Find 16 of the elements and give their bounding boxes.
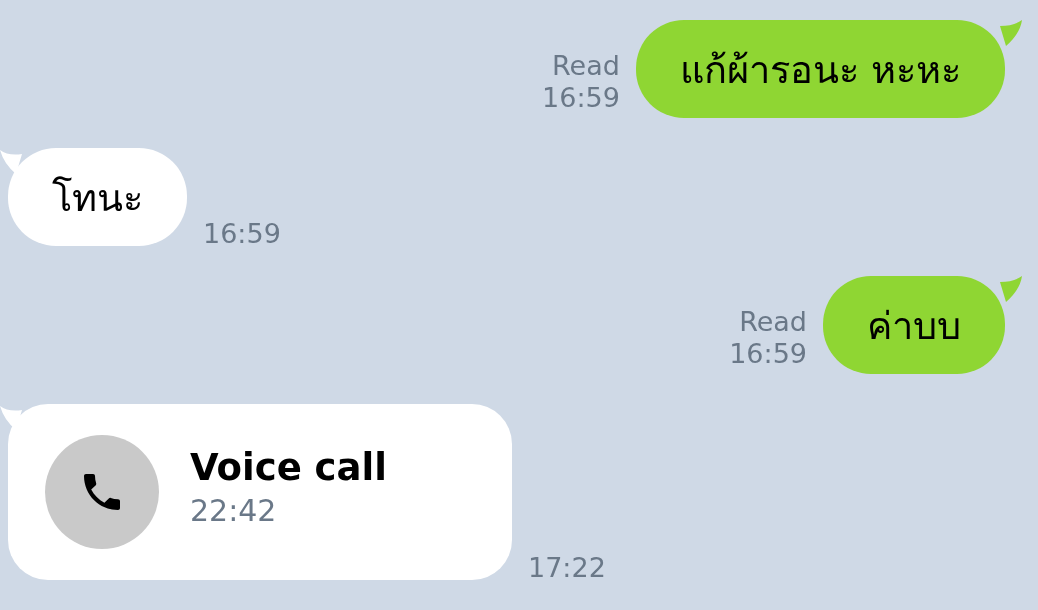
message-bubble: แก้ผ้ารอนะ หะหะ xyxy=(635,20,1005,118)
read-receipt: Read xyxy=(739,306,807,338)
message-time: 16:59 xyxy=(729,338,807,370)
bubble-tail xyxy=(0,404,22,430)
message-time: 17:22 xyxy=(528,552,606,584)
bubble-tail xyxy=(1000,276,1022,302)
call-duration: 22:42 xyxy=(190,493,278,528)
bubble-tail xyxy=(1000,20,1022,46)
message-time: 16:59 xyxy=(203,218,281,250)
call-card[interactable]: Voice call 22:42 xyxy=(8,404,512,580)
message-bubble: ค่าบบ xyxy=(823,276,1005,374)
read-receipt: Read xyxy=(552,50,620,82)
call-title: Voice call xyxy=(190,446,387,489)
message-bubble: โทนะ xyxy=(8,148,187,246)
message-time: 16:59 xyxy=(542,82,620,114)
bubble-tail xyxy=(0,148,22,174)
